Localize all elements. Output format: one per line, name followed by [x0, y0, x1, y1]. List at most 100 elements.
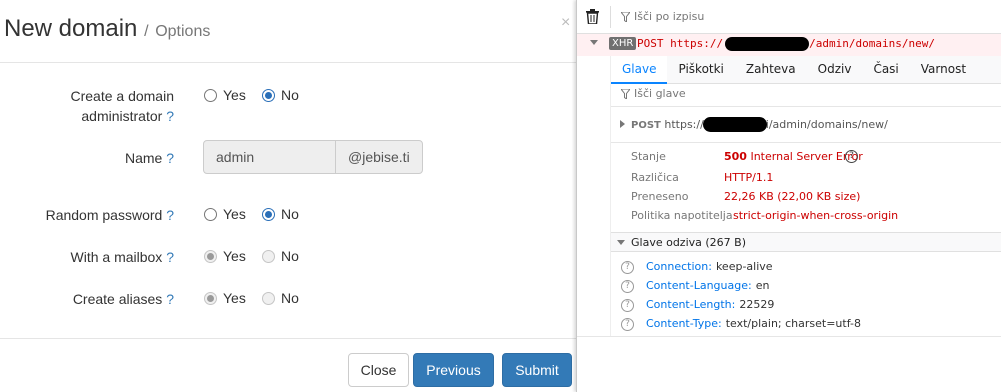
- radio-checked-disabled-icon[interactable]: [204, 249, 217, 263]
- request-method: POST: [637, 37, 664, 50]
- create-admin-no-radio[interactable]: No: [262, 87, 299, 103]
- create-aliases-label: Create aliases ?: [73, 289, 174, 309]
- help-icon[interactable]: ?: [166, 207, 174, 223]
- headers-filter-placeholder: Išči glave: [634, 87, 686, 100]
- radio-unchecked-icon[interactable]: [204, 88, 217, 102]
- header-row: ? Content-Language: en: [621, 279, 769, 293]
- toolbar-separator: [610, 6, 611, 28]
- header-value: keep-alive: [715, 260, 773, 273]
- help-icon[interactable]: ?: [621, 298, 634, 312]
- random-password-no-radio[interactable]: No: [262, 206, 299, 222]
- create-aliases-no-radio[interactable]: No: [262, 290, 299, 306]
- headers-filter-input[interactable]: Išči glave: [621, 87, 686, 100]
- radio-label: Yes: [223, 290, 246, 306]
- create-admin-label-line2: administrator: [81, 108, 163, 124]
- help-icon[interactable]: ?: [621, 279, 634, 293]
- radio-checked-disabled-icon[interactable]: [204, 291, 217, 305]
- referrer-policy-value: strict-origin-when-cross-origin: [733, 209, 899, 222]
- version-row: Različica HTTP/1.1: [631, 171, 773, 184]
- submit-button[interactable]: Submit: [502, 353, 572, 387]
- header-value: text/plain; charset=utf-8: [725, 317, 861, 330]
- random-password-yes-radio[interactable]: Yes: [204, 206, 246, 222]
- collapse-caret-icon[interactable]: [620, 120, 625, 128]
- version-label: Različica: [631, 171, 679, 184]
- transferred-value: 22,26 KB (22,00 KB size): [724, 190, 861, 203]
- details-tabs: Glave Piškotki Zahteva Odziv Časi Varnos…: [611, 56, 1001, 84]
- create-aliases-yes-radio[interactable]: Yes: [204, 290, 246, 306]
- tab-piskotki[interactable]: Piškotki: [667, 56, 734, 84]
- random-password-label: Random password ?: [46, 205, 174, 225]
- help-icon[interactable]: ?: [166, 249, 174, 265]
- radio-unchecked-disabled-icon[interactable]: [262, 249, 275, 263]
- modal-subtitle: Options: [155, 23, 211, 40]
- tab-varnost[interactable]: Varnost: [910, 56, 977, 84]
- response-headers-section[interactable]: Glave odziva (267 B): [611, 232, 1001, 252]
- help-icon[interactable]: ?: [845, 150, 858, 163]
- help-icon[interactable]: ?: [621, 260, 634, 274]
- help-icon[interactable]: ?: [166, 108, 174, 124]
- with-mailbox-yes-radio[interactable]: Yes: [204, 248, 246, 264]
- help-icon[interactable]: ?: [621, 317, 634, 331]
- expand-caret-icon[interactable]: [617, 240, 625, 245]
- trash-icon[interactable]: [586, 9, 599, 24]
- name-input[interactable]: admin: [203, 140, 336, 174]
- header-name: Content-Type:: [646, 317, 722, 330]
- header-name: Content-Length:: [646, 298, 736, 311]
- referrer-policy-row: Politika napotitelja strict-origin-when-…: [631, 209, 898, 222]
- output-filter-placeholder: Išči po izpisu: [634, 10, 705, 23]
- divider: [611, 106, 1001, 107]
- referrer-policy-label: Politika napotitelja: [631, 209, 733, 222]
- header-value: 22529: [739, 298, 775, 311]
- request-url-suffix: /admin/domains/new/: [809, 37, 935, 50]
- network-devtools-panel: Išči po izpisu XHR POST https:// /admin/d…: [576, 0, 1001, 392]
- status-code: 500: [724, 150, 747, 163]
- transferred-row: Preneseno 22,26 KB (22,00 KB size): [631, 190, 860, 203]
- create-aliases-label-text: Create aliases: [72, 291, 163, 307]
- filter-icon: [621, 88, 630, 99]
- with-mailbox-label: With a mailbox ?: [71, 247, 175, 267]
- header-row: ? Content-Length: 22529: [621, 298, 774, 312]
- tab-casi[interactable]: Časi: [862, 56, 909, 84]
- name-label: Name ?: [125, 148, 174, 168]
- previous-button[interactable]: Previous: [413, 353, 494, 387]
- with-mailbox-label-text: With a mailbox: [70, 249, 163, 265]
- version-value: HTTP/1.1: [724, 171, 774, 184]
- header-row: ? Content-Type: text/plain; charset=utf-8: [621, 317, 861, 331]
- radio-unchecked-disabled-icon[interactable]: [262, 291, 275, 305]
- expand-caret-icon[interactable]: [590, 40, 598, 45]
- help-icon[interactable]: ?: [166, 150, 174, 166]
- tab-zahteva[interactable]: Zahteva: [735, 56, 807, 84]
- domain-addon: @jebise.ti: [335, 140, 423, 174]
- help-icon[interactable]: ?: [166, 291, 174, 307]
- summary-url-suffix: i/admin/domains/new/: [765, 118, 888, 131]
- modal-title-separator: /: [144, 23, 149, 40]
- tab-odziv[interactable]: Odziv: [807, 56, 863, 84]
- radio-label: No: [281, 248, 299, 264]
- close-button[interactable]: Close: [348, 353, 409, 387]
- radio-checked-icon[interactable]: [262, 88, 275, 102]
- request-url-prefix: https://: [670, 37, 724, 50]
- header-name: Connection:: [646, 260, 712, 273]
- random-password-label-text: Random password: [45, 207, 163, 223]
- modal-title-text: New domain: [4, 15, 138, 42]
- radio-label: Yes: [223, 87, 246, 103]
- close-icon[interactable]: ×: [561, 14, 570, 32]
- create-admin-yes-radio[interactable]: Yes: [204, 87, 246, 103]
- request-row[interactable]: XHR POST https:// /admin/domains/new/: [577, 34, 1001, 56]
- radio-unchecked-icon[interactable]: [204, 207, 217, 221]
- tab-glave[interactable]: Glave: [611, 56, 668, 84]
- header-divider: [0, 62, 576, 63]
- name-label-text: Name: [124, 150, 163, 166]
- output-filter-input[interactable]: Išči po izpisu: [621, 10, 704, 23]
- status-label: Stanje: [631, 150, 666, 163]
- radio-checked-icon[interactable]: [262, 207, 275, 221]
- redaction-mark: [725, 37, 809, 51]
- divider: [611, 142, 1001, 143]
- redaction-mark: [703, 117, 767, 132]
- radio-label: No: [281, 206, 299, 222]
- status-row: Stanje 500 Internal Server Error: [631, 150, 863, 163]
- summary-method: POST: [631, 120, 661, 131]
- with-mailbox-no-radio[interactable]: No: [262, 248, 299, 264]
- header-row: ? Connection: keep-alive: [621, 260, 773, 274]
- new-domain-modal: New domain / Options × Create a domain a…: [0, 0, 576, 392]
